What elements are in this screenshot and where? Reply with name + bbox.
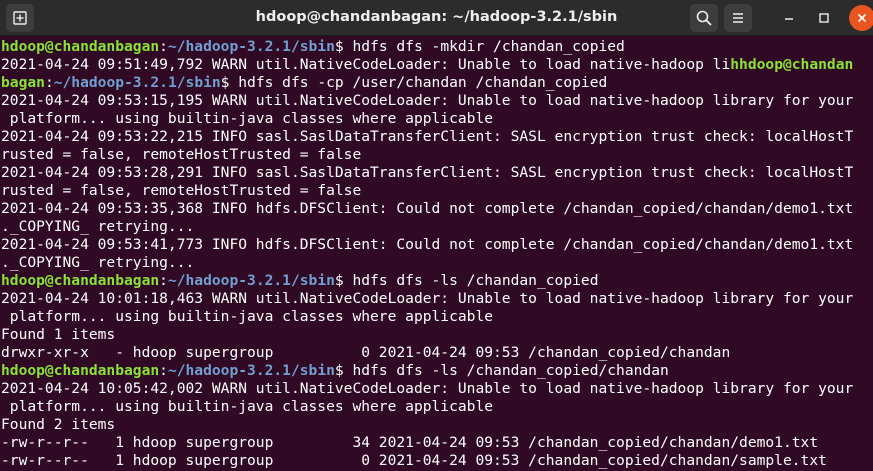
terminal-line: 2021-04-24 10:01:18,463 WARN util.Native… (1, 290, 873, 308)
terminal-text: Found 1 items (1, 326, 116, 343)
prompt-user: hhdoop@chandan (730, 56, 854, 73)
terminal-text: platform... using builtin-java classes w… (1, 398, 494, 415)
search-icon (696, 10, 712, 26)
terminal-text: rusted = false, remoteHostTrusted = fals… (1, 146, 362, 163)
terminal-line: 2021-04-24 09:51:49,792 WARN util.Native… (1, 56, 873, 74)
terminal-line: ._COPYING_ retrying... (1, 254, 873, 272)
terminal-line: 2021-04-24 09:53:28,291 INFO sasl.SaslDa… (1, 164, 873, 182)
hamburger-menu-icon (733, 13, 743, 23)
terminal-text: : (159, 38, 168, 55)
terminal-text: ._COPYING_ retrying... (1, 218, 195, 235)
terminal-line: -rw-r--r-- 1 hdoop supergroup 34 2021-04… (1, 434, 873, 452)
terminal-line: 2021-04-24 09:53:22,215 INFO sasl.SaslDa… (1, 128, 873, 146)
prompt-path: ~/hadoop-3.2.1/sbin (167, 272, 335, 289)
terminal-line: rusted = false, remoteHostTrusted = fals… (1, 182, 873, 200)
prompt-path: ~/hadoop-3.2.1/sbin (167, 38, 335, 55)
terminal-text: -rw-r--r-- 1 hdoop supergroup 0 2021-04-… (1, 452, 827, 469)
terminal-line: hdoop@chandanbagan:~/hadoop-3.2.1/sbin$ … (1, 362, 873, 380)
terminal-text: drwxr-xr-x - hdoop supergroup 0 2021-04-… (1, 344, 731, 361)
terminal-line: 2021-04-24 10:05:42,002 WARN util.Native… (1, 380, 873, 398)
terminal-line: rusted = false, remoteHostTrusted = fals… (1, 146, 873, 164)
terminal-line: hdoop@chandanbagan:~/hadoop-3.2.1/sbin$ … (1, 38, 873, 56)
minimize-icon (785, 18, 793, 20)
terminal-line: bagan:~/hadoop-3.2.1/sbin$ hdfs dfs -cp … (1, 74, 873, 92)
terminal-text: 2021-04-24 10:01:18,463 WARN util.Native… (1, 290, 854, 307)
close-icon (857, 13, 867, 23)
terminal-line: Found 1 items (1, 326, 873, 344)
terminal-text: 2021-04-24 09:51:49,792 WARN util.Native… (1, 56, 731, 73)
terminal-text: 2021-04-24 10:05:42,002 WARN util.Native… (1, 380, 854, 397)
terminal-text: $ hdfs dfs -cp /user/chandan /chandan_co… (220, 74, 608, 91)
terminal-line: platform... using builtin-java classes w… (1, 398, 873, 416)
terminal-text: -rw-r--r-- 1 hdoop supergroup 34 2021-04… (1, 434, 819, 451)
terminal-text: $ hdfs dfs -ls /chandan_copied (334, 272, 599, 289)
search-button[interactable] (690, 4, 718, 32)
title-bar: hdoop@chandanbagan: ~/hadoop-3.2.1/sbin (0, 0, 873, 36)
terminal-text: $ hdfs dfs -ls /chandan_copied/chandan (334, 362, 669, 379)
terminal-text: Found 2 items (1, 416, 116, 433)
terminal-text: ._COPYING_ retrying... (1, 254, 195, 271)
minimize-button[interactable] (776, 5, 802, 31)
terminal-text: $ hdfs dfs -mkdir /chandan_copied (334, 38, 625, 55)
terminal-line: ._COPYING_ retrying... (1, 218, 873, 236)
terminal-line: 2021-04-24 09:53:35,368 INFO hdfs.DFSCli… (1, 200, 873, 218)
maximize-button[interactable] (811, 5, 837, 31)
terminal-text: rusted = false, remoteHostTrusted = fals… (1, 182, 362, 199)
prompt-user: bagan (1, 74, 45, 91)
terminal-line: platform... using builtin-java classes w… (1, 308, 873, 326)
terminal-text: 2021-04-24 09:53:41,773 INFO hdfs.DFSCli… (1, 236, 854, 253)
prompt-user: hdoop@chandanbagan (1, 272, 160, 289)
prompt-path: ~/hadoop-3.2.1/sbin (53, 74, 221, 91)
close-button[interactable] (849, 5, 873, 31)
terminal-line: drwxr-xr-x - hdoop supergroup 0 2021-04-… (1, 344, 873, 362)
terminal-line: platform... using builtin-java classes w… (1, 110, 873, 128)
prompt-user: hdoop@chandanbagan (1, 362, 160, 379)
prompt-path: ~/hadoop-3.2.1/sbin (167, 362, 335, 379)
terminal-line: -rw-r--r-- 1 hdoop supergroup 0 2021-04-… (1, 452, 873, 470)
terminal-text: platform... using builtin-java classes w… (1, 110, 494, 127)
terminal-text: 2021-04-24 09:53:22,215 INFO sasl.SaslDa… (1, 128, 854, 145)
maximize-icon (819, 13, 829, 23)
terminal-line: 2021-04-24 09:53:41,773 INFO hdfs.DFSCli… (1, 236, 873, 254)
terminal-text: 2021-04-24 09:53:15,195 WARN util.Native… (1, 92, 854, 109)
terminal-text: platform... using builtin-java classes w… (1, 308, 494, 325)
prompt-user: hdoop@chandanbagan (1, 38, 160, 55)
terminal-text: : (159, 272, 168, 289)
terminal-text: 2021-04-24 09:53:35,368 INFO hdfs.DFSCli… (1, 200, 854, 217)
terminal-line: 2021-04-24 09:53:15,195 WARN util.Native… (1, 92, 873, 110)
terminal-line: Found 2 items (1, 416, 873, 434)
terminal-line: hdoop@chandanbagan:~/hadoop-3.2.1/sbin$ … (1, 272, 873, 290)
menu-button[interactable] (724, 4, 752, 32)
terminal-output[interactable]: hdoop@chandanbagan:~/hadoop-3.2.1/sbin$ … (0, 36, 873, 471)
terminal-text: : (44, 74, 54, 91)
terminal-text: : (159, 362, 168, 379)
terminal-text: 2021-04-24 09:53:28,291 INFO sasl.SaslDa… (1, 164, 854, 181)
